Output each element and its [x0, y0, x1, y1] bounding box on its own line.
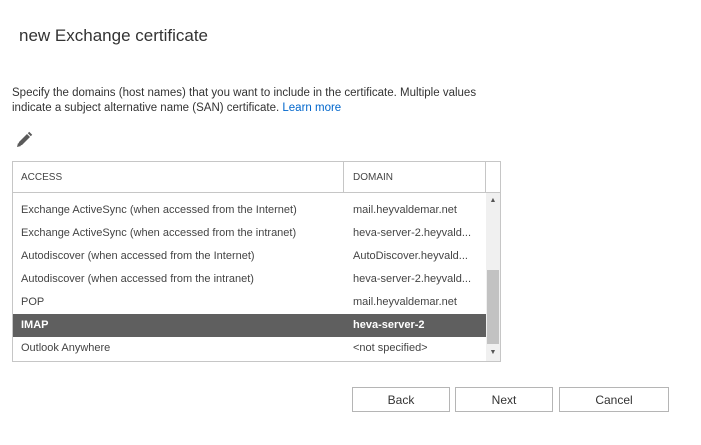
cell-domain: heva-server-2.heyvald...	[353, 227, 471, 239]
cancel-button[interactable]: Cancel	[559, 387, 669, 412]
pencil-icon	[17, 131, 33, 147]
table-row[interactable]: Exchange ActiveSync (when accessed from …	[13, 199, 486, 222]
next-button[interactable]: Next	[455, 387, 553, 412]
cell-access: IMAP	[21, 319, 49, 331]
cell-access: Exchange ActiveSync (when accessed from …	[21, 204, 297, 216]
column-header-access[interactable]: ACCESS	[21, 172, 62, 183]
dialog-title: new Exchange certificate	[19, 26, 208, 45]
back-button[interactable]: Back	[352, 387, 450, 412]
cell-access: Outlook Anywhere	[21, 342, 111, 354]
description-text: Specify the domains (host names) that yo…	[12, 87, 477, 114]
edit-button[interactable]	[14, 131, 34, 149]
cell-access: Autodiscover (when accessed from the int…	[21, 273, 254, 285]
cell-access: Autodiscover (when accessed from the Int…	[21, 250, 255, 262]
table-row[interactable]: Exchange ActiveSync (when accessed from …	[13, 222, 486, 245]
grid-rows: Exchange ActiveSync (when accessed from …	[13, 199, 486, 360]
scroll-down-arrow-icon[interactable]: ▼	[486, 347, 500, 359]
learn-more-link[interactable]: Learn more	[282, 102, 341, 114]
scrollbar-thumb[interactable]	[487, 270, 499, 344]
cell-domain: mail.heyvaldemar.net	[353, 296, 457, 308]
cell-domain: heva-server-2.heyvald...	[353, 273, 471, 285]
cell-domain: <not specified>	[353, 342, 428, 354]
cell-access: Exchange ActiveSync (when accessed from …	[21, 227, 297, 239]
cell-domain: mail.heyvaldemar.net	[353, 204, 457, 216]
vertical-scrollbar[interactable]: ▲ ▼	[486, 193, 500, 361]
column-divider	[485, 162, 486, 192]
cell-domain: AutoDiscover.heyvald...	[353, 250, 468, 262]
column-divider	[343, 162, 344, 192]
description: Specify the domains (host names) that yo…	[12, 86, 512, 116]
cell-domain: heva-server-2	[353, 319, 425, 331]
table-row[interactable]: POP mail.heyvaldemar.net	[13, 291, 486, 314]
cell-access: POP	[21, 296, 45, 308]
table-row[interactable]: Autodiscover (when accessed from the Int…	[13, 245, 486, 268]
domains-grid: ACCESS DOMAIN Exchange ActiveSync (when …	[12, 161, 501, 362]
grid-header: ACCESS DOMAIN	[13, 162, 500, 193]
column-header-domain[interactable]: DOMAIN	[353, 172, 393, 183]
table-row-selected[interactable]: IMAP heva-server-2	[13, 314, 486, 337]
table-row[interactable]: Autodiscover (when accessed from the int…	[13, 268, 486, 291]
table-row[interactable]: Outlook Anywhere <not specified>	[13, 337, 486, 360]
scroll-up-arrow-icon[interactable]: ▲	[486, 195, 500, 207]
